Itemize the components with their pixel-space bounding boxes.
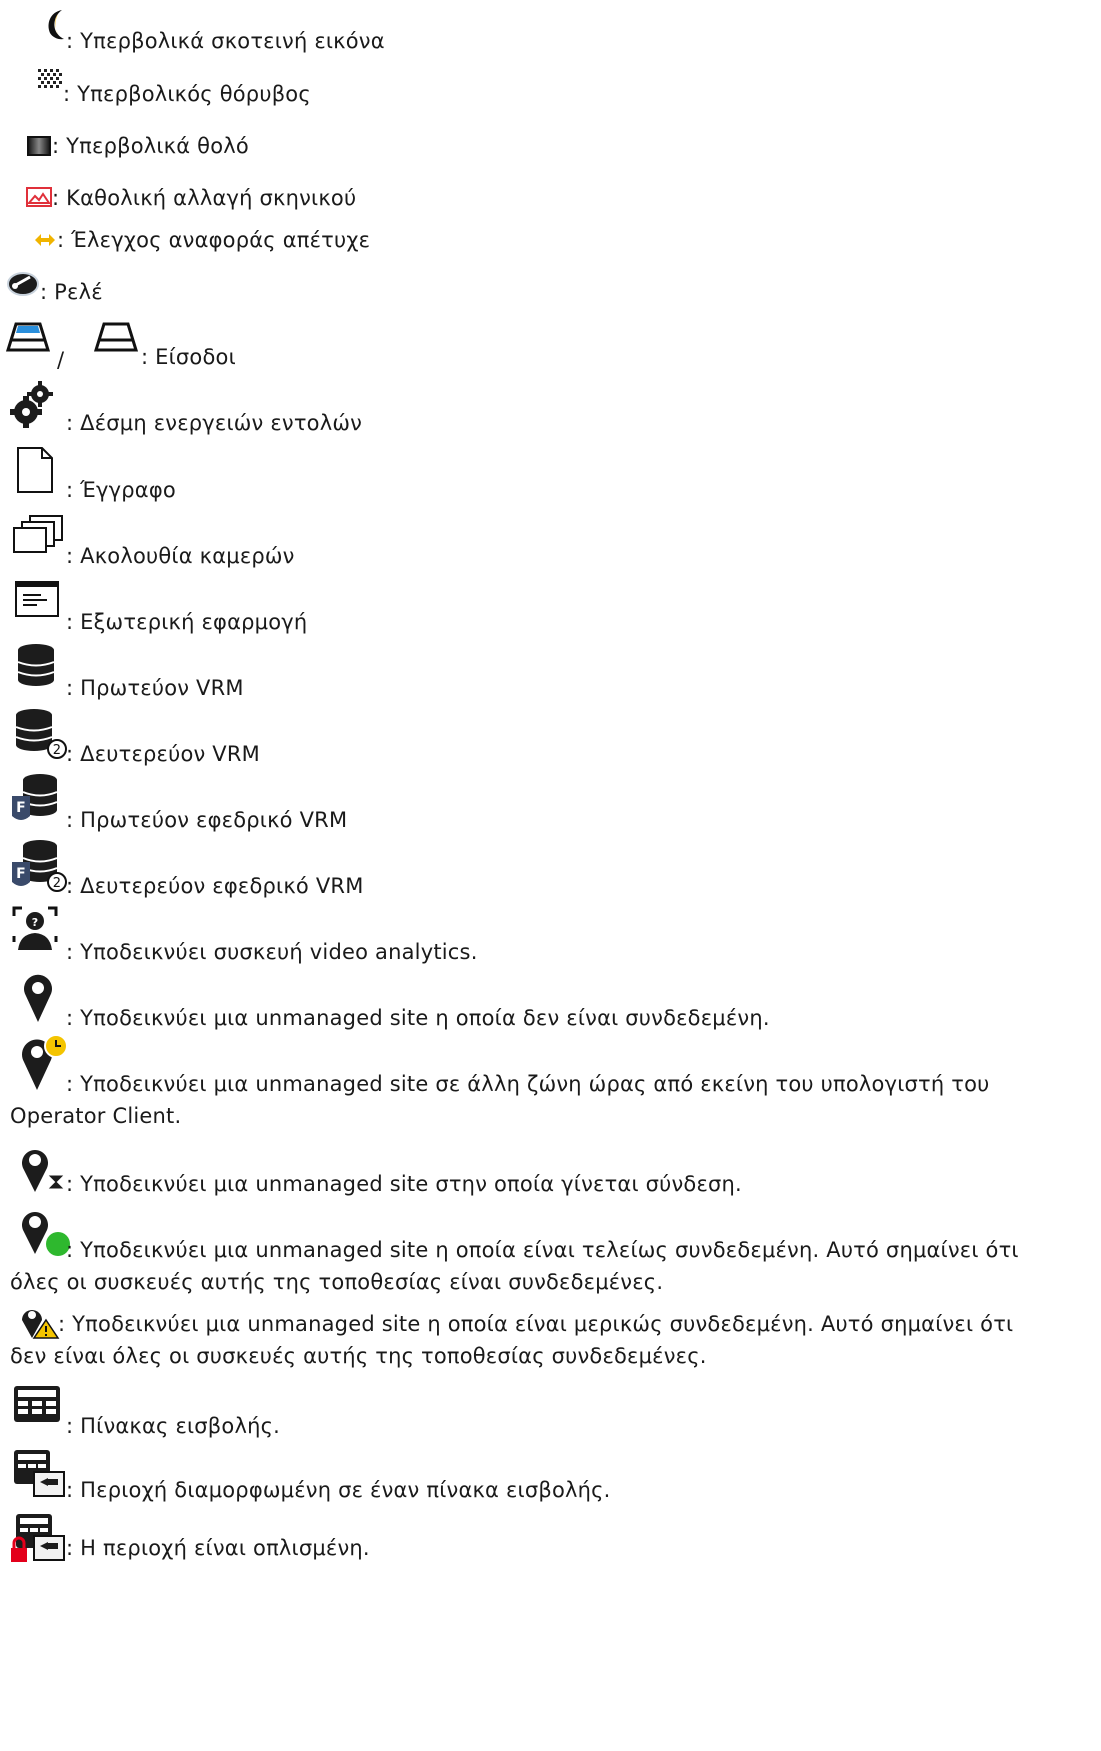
input-separator: /: [57, 348, 65, 372]
svg-text:?: ?: [32, 916, 39, 929]
camera-sequence-icon: [13, 515, 63, 553]
item-text: : Υποδεικνύει συσκευή video analytics.: [66, 940, 478, 964]
failover-primary-vrm-icon: F: [12, 774, 58, 820]
relay-icon: [7, 272, 39, 296]
item-text-continued: δεν είναι όλες οι συσκευές αυτής της τοπ…: [10, 1344, 707, 1368]
noise-icon: [37, 68, 63, 90]
svg-text:F: F: [16, 866, 26, 882]
item-text: : Εξωτερική εφαρμογή: [66, 610, 308, 634]
item-text: : Υποδεικνύει μια unmanaged site η οποία…: [66, 1006, 770, 1030]
area-armed-icon: [11, 1514, 65, 1562]
reference-check-icon: [35, 234, 55, 246]
failover-secondary-vrm-icon: F 2: [12, 840, 67, 892]
item-text: : Περιοχή διαμορφωμένη σε έναν πίνακα ει…: [66, 1478, 611, 1502]
item-text: : Ακολουθία καμερών: [66, 544, 295, 568]
intrusion-panel-icon: [14, 1386, 60, 1422]
item-text: : Έγγραφο: [66, 478, 176, 502]
item-text: : Πίνακας εισβολής.: [66, 1414, 280, 1438]
item-text: : Καθολική αλλαγή σκηνικού: [52, 186, 357, 210]
video-analytics-icon: ?: [12, 906, 58, 950]
primary-vrm-icon: [17, 644, 55, 686]
input-icon: [94, 322, 138, 352]
item-text: : Είσοδοι: [141, 345, 236, 369]
svg-text:F: F: [16, 800, 26, 816]
item-text: : Υποδεικνύει μια unmanaged site στην οπ…: [66, 1172, 742, 1196]
item-text: : Δέσμη ενεργειών εντολών: [66, 411, 363, 435]
site-connected-icon: [22, 1212, 70, 1256]
item-text: : Υποδεικνύει μια unmanaged site η οποία…: [66, 1238, 1019, 1262]
document-icon: [17, 447, 53, 493]
external-app-icon: [15, 581, 59, 617]
item-text: : Υπερβολικός θόρυβος: [63, 82, 311, 106]
input-active-icon: [6, 322, 50, 352]
item-text: : Υπερβολικά θολό: [52, 134, 249, 158]
item-text: : Έλεγχος αναφοράς απέτυχε: [57, 228, 371, 252]
item-text: : Δευτερεύον εφεδρικό VRM: [66, 874, 364, 898]
item-text: : Δευτερεύον VRM: [66, 742, 260, 766]
svg-text:2: 2: [53, 743, 61, 758]
site-timezone-icon: [22, 1034, 68, 1090]
item-text: : Ρελέ: [40, 280, 103, 304]
site-connecting-icon: [22, 1150, 64, 1192]
moon-icon: [48, 10, 64, 40]
item-text: : Η περιοχή είναι οπλισμένη.: [66, 1536, 370, 1560]
scene-change-icon: [26, 187, 52, 207]
intrusion-area-icon: [14, 1450, 65, 1497]
site-partial-icon: [22, 1310, 60, 1339]
item-text: : Υποδεικνύει μια unmanaged site η οποία…: [58, 1312, 1014, 1336]
site-disconnected-icon: [24, 974, 52, 1022]
secondary-vrm-icon: 2: [15, 709, 67, 759]
svg-text:2: 2: [53, 876, 61, 891]
item-text: : Υποδεικνύει μια unmanaged site σε άλλη…: [66, 1072, 990, 1096]
item-text-continued: Operator Client.: [10, 1104, 182, 1128]
gears-icon: [10, 381, 53, 428]
item-text: : Πρωτεύον VRM: [66, 676, 244, 700]
item-text: : Υπερβολικά σκοτεινή εικόνα: [66, 29, 385, 53]
item-text-continued: όλες οι συσκευές αυτής της τοποθεσίας εί…: [10, 1270, 664, 1294]
blur-icon: [27, 136, 51, 156]
item-text: : Πρωτεύον εφεδρικό VRM: [66, 808, 348, 832]
